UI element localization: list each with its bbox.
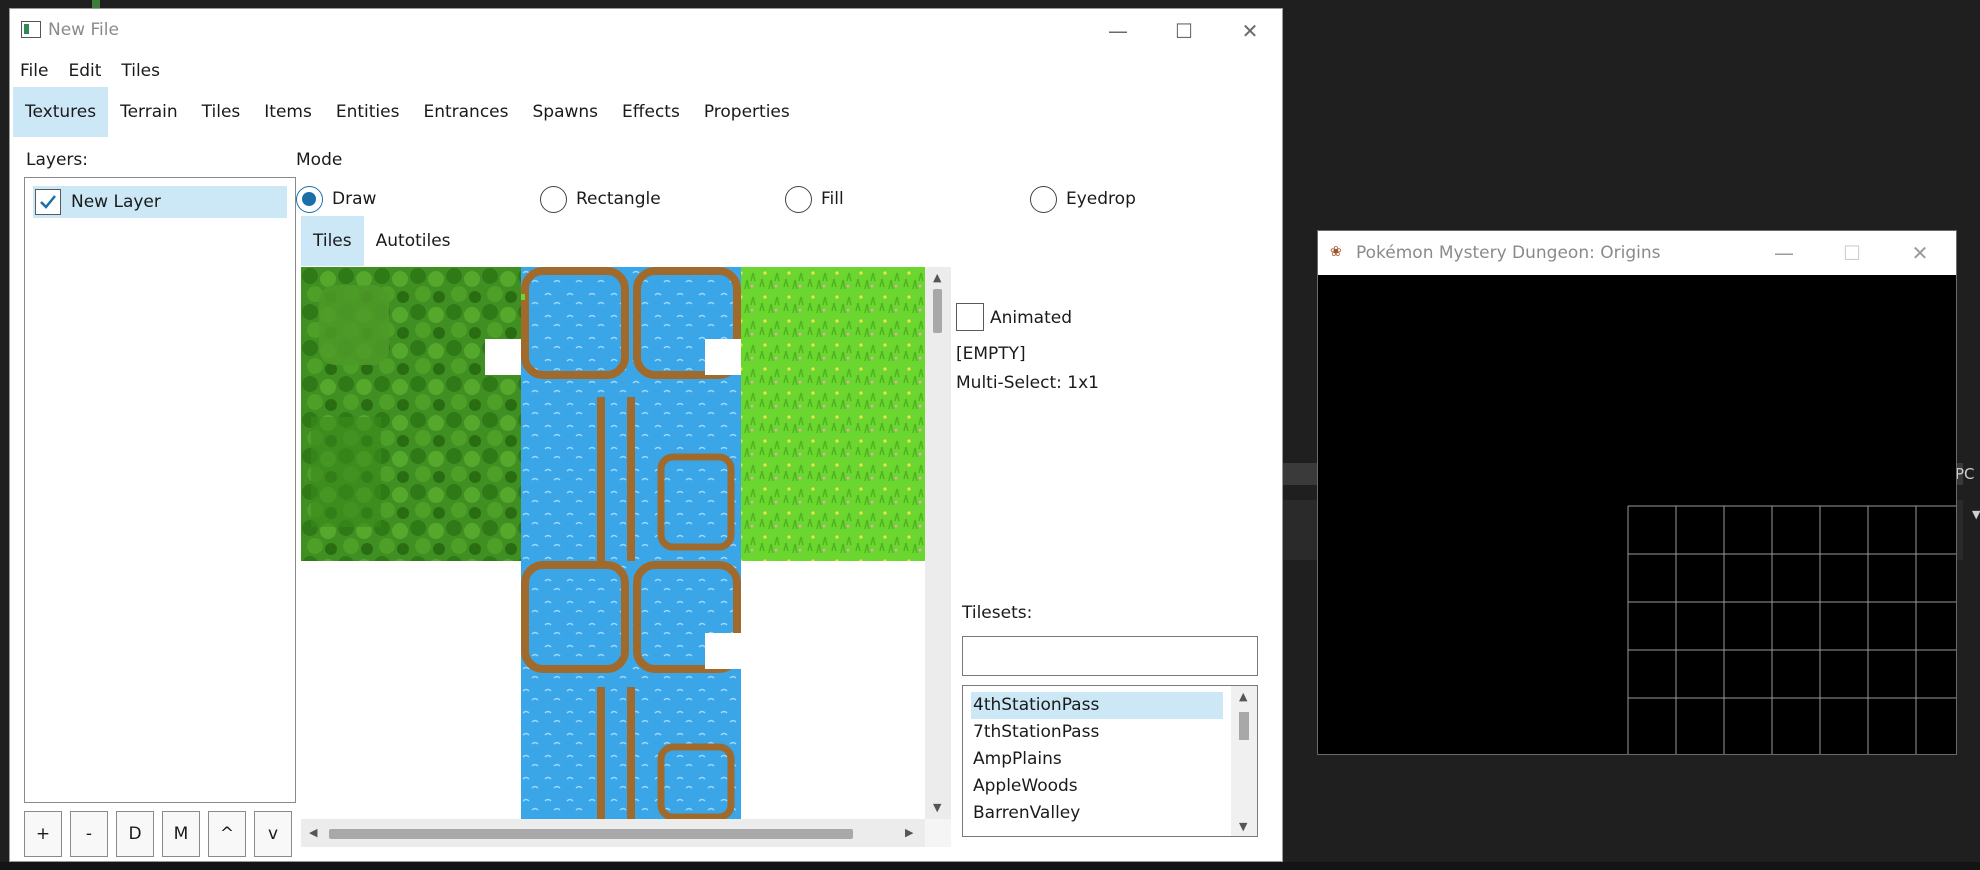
tab-items[interactable]: Items <box>252 87 324 137</box>
mode-eyedrop-label: Eyedrop <box>1066 189 1136 209</box>
layers-label: Layers: <box>26 150 88 170</box>
tilesets-label: Tilesets: <box>962 603 1033 623</box>
checkmark-icon <box>40 195 56 209</box>
move-layer-up-button[interactable]: ^ <box>208 811 246 857</box>
background-edge-text: PC <box>1955 465 1975 483</box>
list-item[interactable]: 4thStationPass <box>971 692 1223 719</box>
tab-properties[interactable]: Properties <box>692 87 802 137</box>
menu-file[interactable]: File <box>10 57 58 85</box>
map-grid <box>1627 505 1956 754</box>
game-window-title: Pokémon Mystery Dungeon: Origins <box>1356 243 1661 263</box>
mode-draw-radio[interactable]: Draw <box>296 182 376 216</box>
map-editor-window: New File — ☐ ✕ File Edit Tiles Textures … <box>9 8 1283 862</box>
tile-empty-label: [EMPTY] <box>956 344 1026 364</box>
tab-entities[interactable]: Entities <box>324 87 412 137</box>
layers-list: New Layer <box>24 177 296 803</box>
game-maximize-button: ☐ <box>1843 241 1861 265</box>
editor-tabs: Textures Terrain Tiles Items Entities En… <box>13 87 802 137</box>
game-viewport[interactable] <box>1318 275 1956 754</box>
title-bar: New File — ☐ ✕ <box>10 9 1282 53</box>
mode-fill-label: Fill <box>821 189 844 209</box>
list-item[interactable]: BarrenValley <box>971 800 1223 827</box>
tab-effects[interactable]: Effects <box>610 87 692 137</box>
game-close-button[interactable]: ✕ <box>1890 237 1950 269</box>
scroll-down-icon[interactable]: ▼ <box>933 801 941 814</box>
layer-buttons: + - D M ^ v <box>24 811 292 857</box>
mode-label: Mode <box>296 150 343 170</box>
layer-visible-checkbox[interactable] <box>35 189 61 215</box>
background-ide-marker <box>92 0 100 8</box>
minimize-button[interactable]: — <box>1088 15 1148 47</box>
layer-label: New Layer <box>71 192 161 212</box>
close-button[interactable]: ✕ <box>1220 15 1280 47</box>
list-item[interactable]: 7thStationPass <box>971 719 1223 746</box>
radio-selected-icon <box>296 185 323 213</box>
subtab-autotiles[interactable]: Autotiles <box>364 216 463 266</box>
tab-entrances[interactable]: Entrances <box>411 87 520 137</box>
radio-empty-icon <box>540 185 567 213</box>
scroll-left-icon[interactable]: ◀ <box>309 826 317 839</box>
scrollbar-thumb[interactable] <box>1239 712 1249 740</box>
app-icon <box>21 21 41 38</box>
menu-tiles[interactable]: Tiles <box>111 57 170 85</box>
subtab-tiles[interactable]: Tiles <box>301 216 364 266</box>
tilesets-scrollbar[interactable]: ▲ ▼ <box>1231 686 1257 836</box>
tab-textures[interactable]: Textures <box>13 87 109 137</box>
animated-checkbox[interactable] <box>956 303 984 331</box>
scroll-up-icon[interactable]: ▲ <box>1239 690 1247 703</box>
scroll-right-icon[interactable]: ▶ <box>905 826 913 839</box>
tileset-horizontal-scrollbar[interactable]: ◀ ▶ <box>301 819 925 847</box>
tileset-search-input[interactable] <box>962 636 1258 676</box>
add-layer-button[interactable]: + <box>24 811 62 857</box>
menu-bar: File Edit Tiles <box>10 57 170 85</box>
tileset-image <box>301 267 925 819</box>
menu-edit[interactable]: Edit <box>58 57 111 85</box>
mode-fill-radio[interactable]: Fill <box>785 182 844 216</box>
mode-draw-label: Draw <box>332 189 377 209</box>
duplicate-layer-button[interactable]: D <box>116 811 154 857</box>
radio-empty-icon <box>1030 185 1057 213</box>
window-title: New File <box>48 20 119 40</box>
tileset-vertical-scrollbar[interactable]: ▲ ▼ <box>925 267 951 819</box>
move-layer-down-button[interactable]: v <box>254 811 292 857</box>
mode-eyedrop-radio[interactable]: Eyedrop <box>1030 182 1136 216</box>
scrollbar-thumb[interactable] <box>933 289 942 333</box>
tileset-viewer: ▲ ▼ ◀ ▶ <box>301 267 951 847</box>
scroll-down-icon[interactable]: ▼ <box>1239 820 1247 833</box>
layer-item[interactable]: New Layer <box>33 186 287 218</box>
background-dropdown-icon: ▼ <box>1972 508 1980 521</box>
list-item[interactable]: AmpPlains <box>971 746 1223 773</box>
list-item[interactable]: AppleWoods <box>971 773 1223 800</box>
mode-rectangle-label: Rectangle <box>576 189 661 209</box>
game-title-bar: ❀ Pokémon Mystery Dungeon: Origins — ☐ ✕ <box>1318 231 1956 275</box>
tileset-canvas[interactable] <box>301 267 925 819</box>
tab-terrain[interactable]: Terrain <box>108 87 190 137</box>
tilesets-list: 4thStationPass 7thStationPass AmpPlains … <box>962 685 1258 837</box>
merge-layer-button[interactable]: M <box>162 811 200 857</box>
multiselect-label: Multi-Select: 1x1 <box>956 373 1099 393</box>
tab-spawns[interactable]: Spawns <box>520 87 610 137</box>
maximize-button[interactable]: ☐ <box>1154 15 1214 47</box>
remove-layer-button[interactable]: - <box>70 811 108 857</box>
animated-label: Animated <box>990 308 1073 328</box>
game-minimize-button[interactable]: — <box>1754 237 1814 269</box>
game-window: ❀ Pokémon Mystery Dungeon: Origins — ☐ ✕ <box>1317 230 1957 755</box>
tab-tiles[interactable]: Tiles <box>190 87 253 137</box>
scrollbar-thumb[interactable] <box>329 829 853 839</box>
scroll-up-icon[interactable]: ▲ <box>933 271 941 284</box>
game-app-icon: ❀ <box>1330 244 1342 260</box>
radio-empty-icon <box>785 185 812 213</box>
tile-subtabs: Tiles Autotiles <box>301 216 463 266</box>
mode-rectangle-radio[interactable]: Rectangle <box>540 182 661 216</box>
background-taskbar-edge <box>0 862 1980 870</box>
